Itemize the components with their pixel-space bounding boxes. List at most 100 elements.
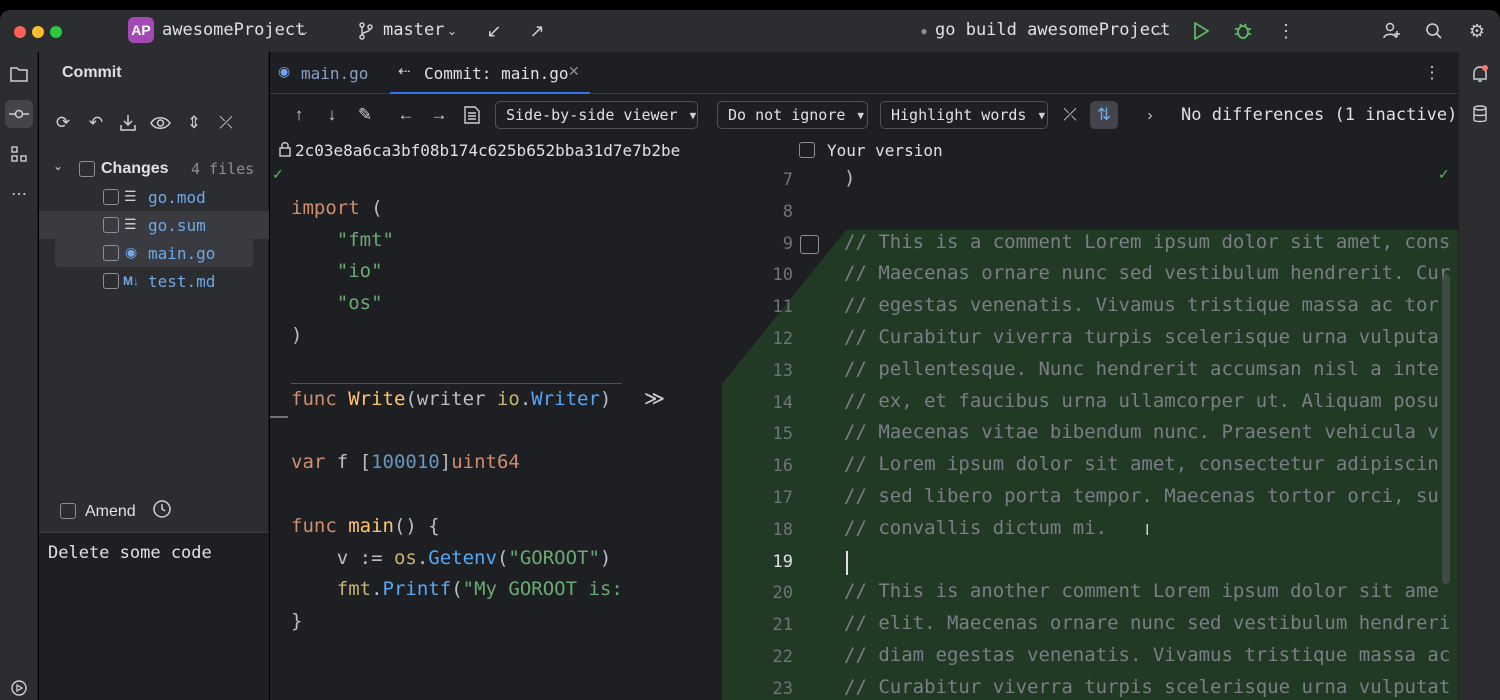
code-line: // This is a comment Lorem ipsum dolor s… bbox=[844, 230, 1451, 253]
diff-editor[interactable]: ✓ ✓ 2import (3 "fmt"4 "io"5 "os"6)78func… bbox=[270, 164, 1458, 700]
commit-history-clock-icon[interactable] bbox=[152, 499, 172, 524]
right-line-number: 13 bbox=[772, 360, 793, 381]
commit-tool-icon[interactable] bbox=[5, 100, 33, 128]
close-window-button[interactable] bbox=[14, 26, 26, 38]
viewer-mode-value: Side-by-side viewer bbox=[506, 106, 678, 124]
collapse-unchanged-icon[interactable]: ⤫ bbox=[1059, 103, 1081, 127]
refresh-icon[interactable]: ⟳ bbox=[50, 110, 76, 136]
commit-message-field[interactable]: Delete some code bbox=[39, 532, 269, 700]
notifications-bell-icon[interactable] bbox=[1466, 60, 1494, 88]
code-line: "fmt" bbox=[336, 228, 394, 251]
right-line-number: 17 bbox=[772, 488, 793, 508]
structure-icon[interactable] bbox=[5, 140, 33, 168]
file-document-icon[interactable] bbox=[461, 103, 483, 127]
right-line-number: 7 bbox=[782, 170, 793, 190]
file-name: go.sum bbox=[148, 216, 206, 235]
editor-tab-bar: ◉ main.go ⇠ Commit: main.go ✕ ⋮ bbox=[270, 52, 1458, 94]
highlight-mode-dropdown[interactable]: Highlight words ▼ bbox=[880, 101, 1048, 129]
debug-icon[interactable] bbox=[1231, 18, 1255, 44]
tab-options-icon[interactable]: ⋮ bbox=[1421, 61, 1443, 85]
right-line-number: 23 bbox=[772, 678, 793, 699]
right-line-number: 11 bbox=[772, 297, 793, 318]
tab-commit-main-go[interactable]: ⇠ Commit: main.go ✕ bbox=[390, 52, 590, 94]
chevron-down-icon[interactable]: ⌄ bbox=[53, 159, 63, 173]
previous-file-icon[interactable]: ← bbox=[395, 103, 417, 127]
viewer-mode-dropdown[interactable]: Side-by-side viewer ▼ bbox=[495, 101, 698, 129]
close-tab-icon[interactable]: ✕ bbox=[568, 63, 580, 80]
file-row-go-mod[interactable]: ☰ go.mod bbox=[39, 183, 269, 211]
update-project-icon[interactable]: ↙ bbox=[482, 18, 506, 44]
git-branch-icon bbox=[354, 18, 378, 44]
file-row-go-sum[interactable]: ☰ go.sum bbox=[39, 211, 269, 239]
rollback-icon[interactable]: ↶ bbox=[83, 110, 109, 136]
right-line-number: 15 bbox=[772, 424, 793, 445]
more-actions-icon[interactable]: ⋮ bbox=[1274, 18, 1298, 44]
right-line-number: 10 bbox=[772, 265, 793, 286]
code-line: // Maecenas vitae bibendum nunc. Praesen… bbox=[844, 421, 1439, 444]
diff-icon: ⇠ bbox=[398, 63, 411, 80]
project-name: awesomeProject bbox=[162, 20, 306, 40]
sync-scroll-icon[interactable]: ⇅ bbox=[1090, 101, 1118, 129]
show-diff-eye-icon[interactable] bbox=[148, 110, 174, 136]
code-line: // elit. Maecenas ornare nunc sed vestib… bbox=[844, 612, 1451, 635]
minimize-window-button[interactable] bbox=[32, 26, 44, 38]
code-line: "io" bbox=[336, 260, 383, 283]
branch-name: master bbox=[383, 20, 445, 40]
right-line-number: 22 bbox=[772, 647, 793, 667]
search-icon[interactable] bbox=[1422, 18, 1446, 44]
edit-pencil-icon[interactable]: ✎ bbox=[354, 103, 376, 127]
code-line: // Curabitur viverra turpis scelerisque … bbox=[844, 326, 1439, 348]
push-icon[interactable]: ↗ bbox=[525, 18, 549, 44]
maximize-window-button[interactable] bbox=[50, 26, 62, 38]
divider-line bbox=[291, 383, 622, 384]
code-line: import ( bbox=[291, 196, 383, 219]
file-checkbox[interactable] bbox=[103, 273, 119, 289]
code-line: // This is another comment Lorem ipsum d… bbox=[844, 580, 1439, 603]
file-checkbox[interactable] bbox=[103, 189, 119, 205]
right-line-number: 8 bbox=[782, 201, 793, 222]
services-icon[interactable] bbox=[5, 674, 33, 700]
tab-main-go[interactable]: ◉ main.go bbox=[270, 52, 384, 94]
changes-group[interactable]: ⌄ Changes 4 files bbox=[39, 155, 269, 183]
apply-change-icon[interactable]: ≫ bbox=[644, 386, 665, 411]
include-change-checkbox[interactable] bbox=[800, 235, 819, 254]
right-line-number: 18 bbox=[772, 519, 793, 540]
file-row-main-go[interactable]: ◉ main.go bbox=[55, 239, 253, 267]
code-line: // ex, et faucibus urna ullamcorper ut. … bbox=[844, 389, 1439, 412]
next-difference-icon[interactable]: ↓ bbox=[321, 103, 343, 127]
vertical-scrollbar[interactable] bbox=[1442, 274, 1450, 584]
right-tool-strip bbox=[1458, 52, 1500, 700]
file-checkbox[interactable] bbox=[103, 245, 119, 261]
code-line: // diam egestas venenatis. Vivamus trist… bbox=[844, 644, 1451, 666]
your-version-checkbox[interactable] bbox=[799, 142, 815, 158]
run-icon[interactable] bbox=[1189, 18, 1213, 44]
next-file-icon[interactable]: → bbox=[428, 103, 450, 127]
previous-difference-icon[interactable]: ↑ bbox=[288, 103, 310, 127]
title-bar: AP awesomeProject ⌄ master ⌄ ↙ ↗ ● go bu… bbox=[0, 10, 1500, 52]
file-row-test-md[interactable]: M↓ test.md bbox=[39, 267, 269, 295]
expand-all-icon[interactable]: ⇕ bbox=[181, 110, 207, 136]
go-file-icon: ◉ bbox=[278, 63, 291, 79]
code-line: fmt.Printf("My GOROOT is: bbox=[336, 578, 623, 601]
ignore-mode-dropdown[interactable]: Do not ignore ▼ bbox=[717, 101, 868, 129]
settings-gear-icon[interactable]: ⚙ bbox=[1465, 18, 1489, 44]
amend-checkbox[interactable] bbox=[60, 503, 76, 519]
code-line: func Write(writer io.Writer) bbox=[291, 387, 612, 410]
right-line-number: 9 bbox=[782, 233, 793, 254]
commit-panel-title: Commit bbox=[62, 64, 122, 81]
database-icon[interactable] bbox=[1466, 100, 1494, 128]
project-folder-icon[interactable] bbox=[5, 60, 33, 88]
build-config-icon: ● bbox=[920, 24, 928, 38]
code-line: ) bbox=[844, 167, 856, 189]
collapse-all-icon[interactable]: ⤫ bbox=[213, 110, 239, 136]
shelve-icon[interactable] bbox=[115, 110, 141, 136]
changes-checkbox[interactable] bbox=[79, 161, 95, 177]
commit-message-text: Delete some code bbox=[48, 543, 212, 563]
add-user-icon[interactable] bbox=[1380, 18, 1404, 44]
project-badge: AP bbox=[128, 17, 154, 43]
file-checkbox[interactable] bbox=[103, 217, 119, 233]
code-line: func main() { bbox=[291, 514, 440, 537]
diff-status-text: No differences (1 inactive) bbox=[1181, 105, 1458, 125]
chevron-right-icon[interactable]: › bbox=[1139, 103, 1161, 127]
more-tools-icon[interactable]: ⋯ bbox=[5, 180, 33, 208]
